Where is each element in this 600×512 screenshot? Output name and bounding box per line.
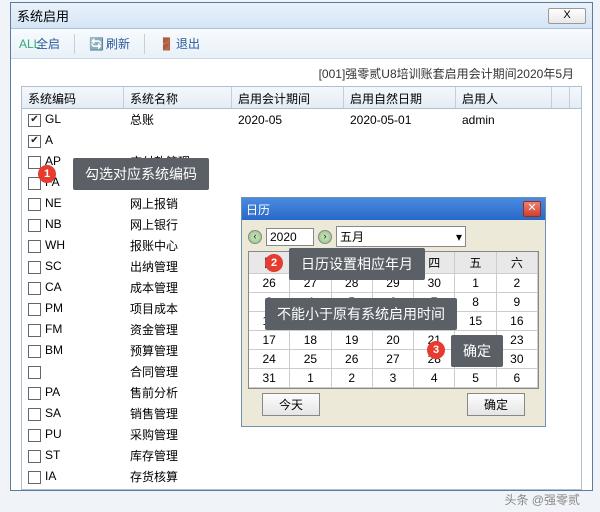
day-cell[interactable]: 16 bbox=[497, 312, 538, 331]
step-badge-1: 1 bbox=[38, 165, 56, 183]
day-cell[interactable]: 20 bbox=[373, 331, 414, 350]
checkbox[interactable] bbox=[28, 387, 41, 400]
day-cell[interactable]: 15 bbox=[455, 312, 496, 331]
info-line: [001]强零贰U8培训账套启用会计期间2020年5月 bbox=[11, 59, 592, 86]
table-row[interactable]: A bbox=[22, 130, 581, 151]
day-cell[interactable]: 6 bbox=[497, 369, 538, 388]
tip-1: 勾选对应系统编码 bbox=[73, 158, 209, 190]
checkbox[interactable] bbox=[28, 282, 41, 295]
month-select[interactable]: 五月 ▾ bbox=[336, 226, 466, 247]
ok-button[interactable]: 确定 bbox=[467, 393, 525, 416]
checkbox[interactable] bbox=[28, 345, 41, 358]
checkbox[interactable] bbox=[28, 324, 41, 337]
table-row[interactable]: ST库存管理 bbox=[22, 445, 581, 466]
calendar-close-button[interactable]: ✕ bbox=[523, 201, 541, 217]
today-button[interactable]: 今天 bbox=[262, 393, 320, 416]
step-badge-3: 3 bbox=[427, 341, 445, 359]
grid-header: 系统编码 系统名称 启用会计期间 启用自然日期 启用人 bbox=[22, 87, 581, 109]
checkbox[interactable] bbox=[28, 366, 41, 379]
tip-ok: 确定 bbox=[451, 335, 503, 367]
year-up-icon[interactable]: › bbox=[318, 230, 332, 244]
step-badge-2: 2 bbox=[265, 254, 283, 272]
titlebar: 系统启用 X bbox=[11, 3, 592, 29]
refresh-icon: 🔄 bbox=[89, 37, 103, 51]
day-cell[interactable]: 19 bbox=[332, 331, 373, 350]
col-name[interactable]: 系统名称 bbox=[124, 87, 232, 108]
col-period[interactable]: 启用会计期间 bbox=[232, 87, 344, 108]
col-spacer bbox=[552, 87, 570, 108]
calendar-title: 日历 bbox=[246, 201, 270, 218]
table-row[interactable]: PU采购管理 bbox=[22, 424, 581, 445]
exit-icon: 🚪 bbox=[159, 37, 173, 51]
checkbox[interactable] bbox=[28, 408, 41, 421]
day-cell[interactable]: 26 bbox=[249, 274, 290, 293]
refresh-button[interactable]: 🔄 刷新 bbox=[89, 35, 130, 52]
chevron-down-icon: ▾ bbox=[456, 230, 462, 244]
window-title: 系统启用 bbox=[17, 6, 69, 25]
table-row[interactable]: GL总账2020-052020-05-01admin bbox=[22, 109, 581, 130]
exit-button[interactable]: 🚪 退出 bbox=[159, 35, 200, 52]
checkbox[interactable] bbox=[28, 198, 41, 211]
day-cell[interactable]: 4 bbox=[414, 369, 455, 388]
day-cell[interactable]: 27 bbox=[373, 350, 414, 369]
separator bbox=[144, 34, 145, 54]
day-cell[interactable]: 1 bbox=[455, 274, 496, 293]
checkbox[interactable] bbox=[28, 156, 41, 169]
tip-2: 日历设置相应年月 bbox=[289, 248, 425, 280]
day-cell[interactable]: 17 bbox=[249, 331, 290, 350]
separator bbox=[74, 34, 75, 54]
day-cell[interactable]: 2 bbox=[332, 369, 373, 388]
day-cell[interactable]: 3 bbox=[373, 369, 414, 388]
col-date[interactable]: 启用自然日期 bbox=[344, 87, 456, 108]
col-user[interactable]: 启用人 bbox=[456, 87, 552, 108]
day-cell[interactable]: 18 bbox=[290, 331, 331, 350]
day-cell[interactable]: 24 bbox=[249, 350, 290, 369]
day-cell[interactable]: 26 bbox=[332, 350, 373, 369]
tip-3: 不能小于原有系统启用时间 bbox=[265, 298, 457, 330]
checkbox[interactable] bbox=[28, 114, 41, 127]
day-cell[interactable]: 31 bbox=[249, 369, 290, 388]
year-input[interactable] bbox=[266, 228, 314, 246]
day-cell[interactable]: 25 bbox=[290, 350, 331, 369]
day-cell[interactable]: 9 bbox=[497, 293, 538, 312]
day-cell[interactable]: 8 bbox=[455, 293, 496, 312]
calendar-titlebar: 日历 ✕ bbox=[242, 198, 545, 220]
checkbox[interactable] bbox=[28, 219, 41, 232]
day-cell[interactable]: 2 bbox=[497, 274, 538, 293]
checkbox[interactable] bbox=[28, 135, 41, 148]
close-button[interactable]: X bbox=[548, 8, 586, 24]
checkbox[interactable] bbox=[28, 240, 41, 253]
weekday-header: 六 bbox=[497, 252, 538, 274]
table-row[interactable]: IA存货核算 bbox=[22, 466, 581, 487]
year-down-icon[interactable]: ‹ bbox=[248, 230, 262, 244]
checkbox[interactable] bbox=[28, 429, 41, 442]
weekday-header: 五 bbox=[455, 252, 496, 274]
footer-credit: 头条 @强零贰 bbox=[504, 491, 580, 508]
day-cell[interactable]: 5 bbox=[455, 369, 496, 388]
checkbox[interactable] bbox=[28, 261, 41, 274]
enable-all-icon: ALL bbox=[19, 37, 33, 51]
checkbox[interactable] bbox=[28, 303, 41, 316]
checkbox[interactable] bbox=[28, 471, 41, 484]
col-code[interactable]: 系统编码 bbox=[22, 87, 124, 108]
checkbox[interactable] bbox=[28, 450, 41, 463]
enable-all-button[interactable]: ALL 全启 bbox=[19, 35, 60, 52]
toolbar: ALL 全启 🔄 刷新 🚪 退出 bbox=[11, 29, 592, 59]
calendar-controls: ‹ › 五月 ▾ bbox=[248, 226, 539, 247]
day-cell[interactable]: 1 bbox=[290, 369, 331, 388]
